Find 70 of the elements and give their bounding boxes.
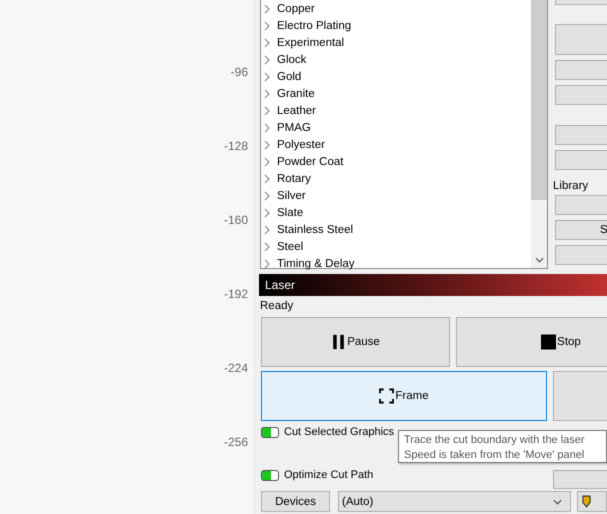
tree-item[interactable]: Electro Plating bbox=[277, 20, 352, 32]
tree-item[interactable]: Experimental bbox=[277, 36, 344, 48]
side-button[interactable] bbox=[555, 195, 607, 215]
tree-item[interactable]: Slate bbox=[277, 206, 304, 218]
tree-item[interactable]: Powder Coat bbox=[277, 156, 344, 168]
tree-item[interactable]: PMAG bbox=[277, 122, 311, 134]
ruler-label: -96 bbox=[230, 65, 248, 79]
chevron-right-icon[interactable] bbox=[263, 258, 271, 268]
chevron-right-icon[interactable] bbox=[263, 20, 271, 30]
chevron-right-icon[interactable] bbox=[263, 88, 271, 98]
device-dropdown[interactable]: (Auto) bbox=[338, 491, 571, 512]
scroll-down-icon[interactable] bbox=[534, 257, 544, 263]
toggle-switch[interactable] bbox=[261, 470, 279, 480]
side-button[interactable] bbox=[555, 150, 607, 170]
frame-button[interactable]: Frame bbox=[261, 371, 547, 421]
tree-item[interactable]: Polyester bbox=[277, 138, 325, 150]
side-button[interactable] bbox=[555, 125, 607, 145]
chevron-right-icon[interactable] bbox=[263, 224, 271, 234]
tree-item[interactable]: Copper bbox=[277, 2, 315, 14]
chevron-right-icon[interactable] bbox=[263, 174, 271, 184]
chevron-right-icon[interactable] bbox=[263, 72, 271, 82]
tree-item[interactable]: Rotary bbox=[277, 172, 311, 184]
side-button[interactable] bbox=[555, 60, 607, 80]
tree-item[interactable]: Stainless Steel bbox=[277, 224, 354, 236]
tree-item[interactable]: Timing & Delay bbox=[277, 258, 355, 270]
ruler-label: -160 bbox=[224, 213, 248, 227]
panel-title: Laser bbox=[265, 278, 296, 292]
chevron-right-icon[interactable] bbox=[263, 122, 271, 132]
group-label: Library bbox=[553, 179, 590, 193]
chevron-right-icon[interactable] bbox=[263, 156, 271, 166]
tree-item[interactable]: Glock bbox=[277, 54, 306, 66]
chevron-right-icon[interactable] bbox=[263, 106, 271, 116]
stop-icon bbox=[541, 334, 556, 350]
toggle-label: Cut Selected Graphics bbox=[284, 426, 394, 438]
chevron-right-icon[interactable] bbox=[263, 54, 271, 64]
ruler-label: -256 bbox=[224, 435, 248, 449]
side-button[interactable] bbox=[555, 245, 607, 265]
pause-button[interactable]: Pause bbox=[261, 317, 450, 367]
tree-item[interactable]: Gold bbox=[277, 70, 302, 82]
shield-icon bbox=[582, 495, 591, 508]
tooltip-text: Trace the cut boundary with the laser bbox=[404, 433, 586, 448]
chevron-right-icon[interactable] bbox=[263, 4, 271, 14]
side-button[interactable]: S bbox=[555, 220, 607, 240]
tooltip-text: Speed is taken from the 'Move' panel bbox=[404, 448, 586, 463]
status-text: Ready bbox=[260, 299, 294, 314]
chevron-right-icon[interactable] bbox=[263, 242, 271, 252]
stop-button[interactable]: Stop bbox=[456, 317, 607, 367]
tree-item[interactable]: Leather bbox=[277, 104, 316, 116]
tree-item[interactable]: Granite bbox=[277, 88, 315, 100]
ruler-label: -192 bbox=[224, 287, 248, 301]
chevron-right-icon[interactable] bbox=[263, 208, 271, 218]
chevron-right-icon[interactable] bbox=[263, 38, 271, 48]
frame-icon bbox=[379, 388, 394, 404]
caret-icon bbox=[553, 498, 562, 504]
ruler-label: -224 bbox=[224, 361, 248, 375]
device-settings-button[interactable] bbox=[577, 491, 607, 512]
tree-item[interactable]: Steel bbox=[277, 240, 304, 252]
scrollbar[interactable] bbox=[531, 0, 547, 268]
dropdown-value: (Auto) bbox=[342, 496, 374, 508]
ruler-label: -128 bbox=[224, 139, 248, 153]
chevron-right-icon[interactable] bbox=[263, 140, 271, 150]
tree-item[interactable]: Silver bbox=[277, 190, 306, 202]
scrollbar-thumb[interactable] bbox=[531, 0, 547, 200]
toggle-switch[interactable] bbox=[261, 426, 279, 438]
chevron-right-icon[interactable] bbox=[263, 190, 271, 200]
side-button[interactable] bbox=[555, 85, 607, 105]
devices-button[interactable]: Devices bbox=[261, 491, 330, 512]
toggle-label: Optimize Cut Path bbox=[284, 469, 374, 481]
pause-icon bbox=[331, 334, 346, 350]
side-button[interactable] bbox=[555, 24, 607, 55]
